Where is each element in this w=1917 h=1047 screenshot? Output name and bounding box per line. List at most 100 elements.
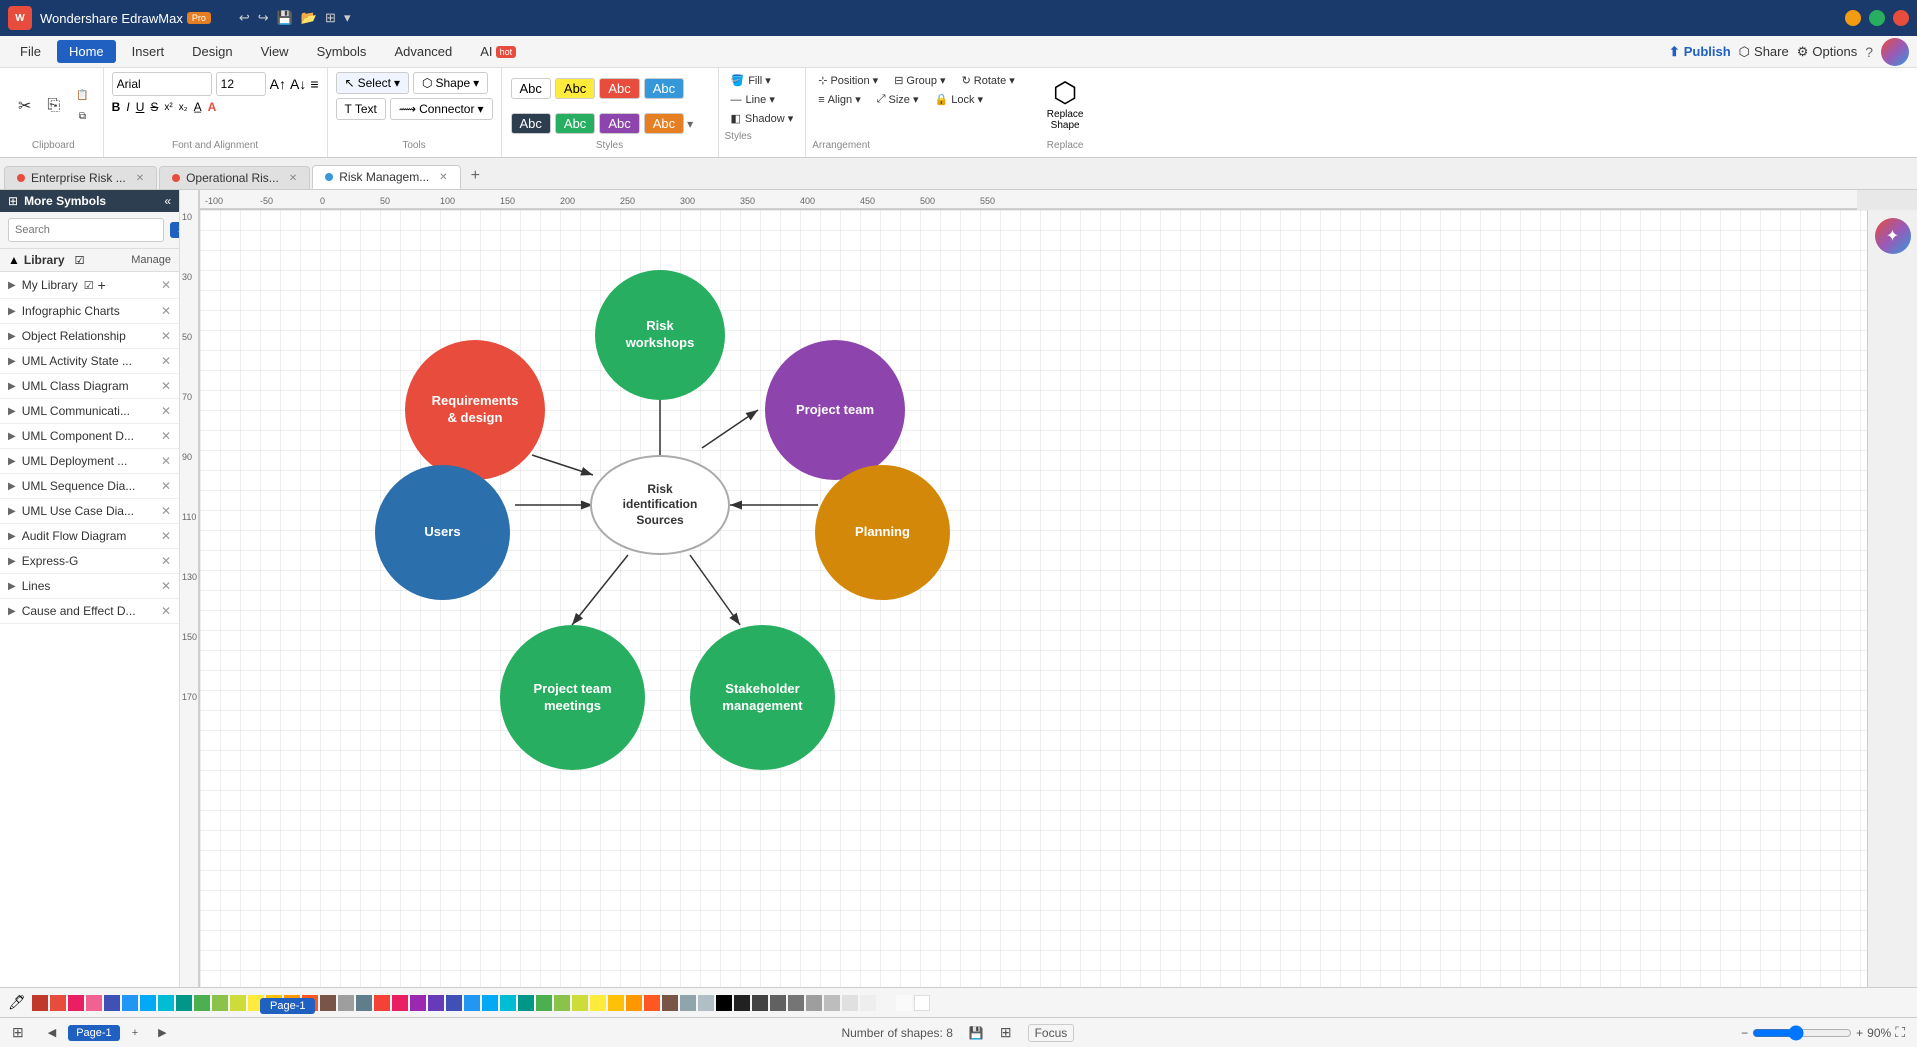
menu-design[interactable]: Design	[180, 40, 244, 63]
fullscreen-btn[interactable]: ⛶	[1895, 1024, 1905, 1041]
ai-assistant-btn[interactable]: ✦	[1875, 218, 1911, 254]
share-btn[interactable]: ⬡ Share	[1739, 44, 1789, 60]
menu-ai[interactable]: AI hot	[468, 40, 528, 63]
color-swatch-5[interactable]	[104, 995, 120, 1011]
align-btn[interactable]: ≡ Align ▾	[812, 91, 866, 108]
shadow-btn[interactable]: ◧ Shadow ▾	[725, 110, 800, 127]
color-swatch-26[interactable]	[482, 995, 498, 1011]
uml-activity-close[interactable]: ✕	[161, 354, 171, 368]
lines-item[interactable]: ▶ Lines ✕	[0, 574, 179, 599]
line-btn[interactable]: — Line ▾	[725, 91, 800, 108]
zoom-out-btn[interactable]: −	[1741, 1026, 1748, 1040]
cause-effect-item[interactable]: ▶ Cause and Effect D... ✕	[0, 599, 179, 624]
color-swatch-2[interactable]	[50, 995, 66, 1011]
redo-btn[interactable]: ↪	[258, 10, 269, 26]
lines-close[interactable]: ✕	[161, 579, 171, 593]
increase-font-btn[interactable]: A↑	[270, 76, 286, 92]
color-swatch-17[interactable]	[320, 995, 336, 1011]
color-swatch-11[interactable]	[212, 995, 228, 1011]
color-swatch-48[interactable]	[878, 995, 894, 1011]
uml-deploy-close[interactable]: ✕	[161, 454, 171, 468]
uml-class-item[interactable]: ▶ UML Class Diagram ✕	[0, 374, 179, 399]
color-swatch-21[interactable]	[392, 995, 408, 1011]
clone-btn[interactable]: ⧉	[70, 107, 94, 126]
maximize-btn[interactable]	[1869, 10, 1885, 26]
color-swatch-45[interactable]	[824, 995, 840, 1011]
color-swatch-47[interactable]	[860, 995, 876, 1011]
help-btn[interactable]: ?	[1865, 44, 1873, 60]
undo-btn[interactable]: ↩	[239, 10, 250, 26]
node-project-team[interactable]: Project team	[765, 340, 905, 480]
abc-btn-7[interactable]: Abc	[599, 113, 639, 134]
color-swatch-23[interactable]	[428, 995, 444, 1011]
uml-usecase-item[interactable]: ▶ UML Use Case Dia... ✕	[0, 499, 179, 524]
color-swatch-50[interactable]	[914, 995, 930, 1011]
align-btn[interactable]: ≡	[310, 76, 318, 92]
font-name-input[interactable]	[112, 72, 212, 96]
page-tab-1[interactable]: Page-1	[68, 1025, 119, 1041]
canvas-area[interactable]: -100 -50 0 50 100 150 200 250 300 350 40…	[180, 190, 1917, 987]
node-project-meetings[interactable]: Project teammeetings	[500, 625, 645, 770]
superscript-btn[interactable]: x²	[164, 102, 172, 113]
zoom-slider[interactable]	[1752, 1025, 1852, 1041]
search-button[interactable]: Search	[170, 222, 180, 238]
color-swatch-41[interactable]	[752, 995, 768, 1011]
color-swatch-24[interactable]	[446, 995, 462, 1011]
audit-flow-item[interactable]: ▶ Audit Flow Diagram ✕	[0, 524, 179, 549]
color-swatch-7[interactable]	[140, 995, 156, 1011]
tab-close-enterprise[interactable]: ✕	[136, 173, 144, 184]
color-swatch-34[interactable]	[626, 995, 642, 1011]
uml-sequence-item[interactable]: ▶ UML Sequence Dia... ✕	[0, 474, 179, 499]
tab-operational[interactable]: Operational Ris... ✕	[159, 166, 310, 189]
add-page-btn[interactable]: +	[124, 1025, 146, 1041]
tab-close-risk[interactable]: ✕	[439, 172, 447, 183]
uml-comm-item[interactable]: ▶ UML Communicati... ✕	[0, 399, 179, 424]
fill-btn[interactable]: 🪣 Fill ▾	[725, 72, 800, 89]
node-requirements[interactable]: Requirements& design	[405, 340, 545, 480]
zoom-in-btn[interactable]: +	[1856, 1026, 1863, 1040]
color-swatch-28[interactable]	[518, 995, 534, 1011]
user-avatar[interactable]	[1881, 38, 1909, 66]
cause-close[interactable]: ✕	[161, 604, 171, 618]
group-btn[interactable]: ⊟ Group ▾	[888, 72, 951, 89]
focus-btn[interactable]: Focus	[1028, 1024, 1075, 1042]
italic-btn[interactable]: I	[126, 100, 129, 114]
replace-shape-btn[interactable]: ⬡ ReplaceShape	[1039, 72, 1092, 135]
paste-btn[interactable]: 📋	[70, 86, 94, 105]
color-swatch-43[interactable]	[788, 995, 804, 1011]
lock-btn[interactable]: 🔒 Lock ▾	[929, 91, 990, 108]
page-prev-btn[interactable]: ◀	[40, 1024, 64, 1041]
font-color-btn[interactable]: A	[208, 100, 217, 114]
express-close[interactable]: ✕	[161, 554, 171, 568]
my-library-settings-icon[interactable]: ☑	[84, 279, 94, 292]
color-swatch-4[interactable]	[86, 995, 102, 1011]
color-swatch-25[interactable]	[464, 995, 480, 1011]
abc-btn-1[interactable]: Abc	[511, 78, 551, 99]
my-library-item[interactable]: ▶ My Library ☑ + ✕	[0, 272, 179, 299]
color-swatch-27[interactable]	[500, 995, 516, 1011]
search-input[interactable]	[8, 218, 164, 242]
uml-comm-close[interactable]: ✕	[161, 404, 171, 418]
styles-expand-btn[interactable]: ▾	[687, 117, 693, 131]
uml-comp-close[interactable]: ✕	[161, 429, 171, 443]
color-swatch-9[interactable]	[176, 995, 192, 1011]
publish-btn[interactable]: ⬆ Publish	[1669, 44, 1731, 60]
node-stakeholder[interactable]: Stakeholdermanagement	[690, 625, 835, 770]
decrease-font-btn[interactable]: A↓	[290, 76, 306, 92]
object-rel-close[interactable]: ✕	[161, 329, 171, 343]
my-library-add-icon[interactable]: +	[98, 277, 106, 293]
color-swatch-18[interactable]	[338, 995, 354, 1011]
size-btn[interactable]: ⤢ Size ▾	[871, 91, 925, 108]
uml-activity-item[interactable]: ▶ UML Activity State ... ✕	[0, 349, 179, 374]
audit-close[interactable]: ✕	[161, 529, 171, 543]
minimize-btn[interactable]	[1845, 10, 1861, 26]
my-library-close[interactable]: ✕	[161, 278, 171, 292]
close-btn[interactable]	[1893, 10, 1909, 26]
color-swatch-22[interactable]	[410, 995, 426, 1011]
position-btn[interactable]: ⊹ Position ▾	[812, 72, 884, 89]
menu-insert[interactable]: Insert	[120, 40, 177, 63]
add-tab-btn[interactable]: +	[463, 163, 488, 189]
sidebar-collapse-btn[interactable]: «	[164, 194, 171, 208]
express-g-item[interactable]: ▶ Express-G ✕	[0, 549, 179, 574]
color-swatch-46[interactable]	[842, 995, 858, 1011]
